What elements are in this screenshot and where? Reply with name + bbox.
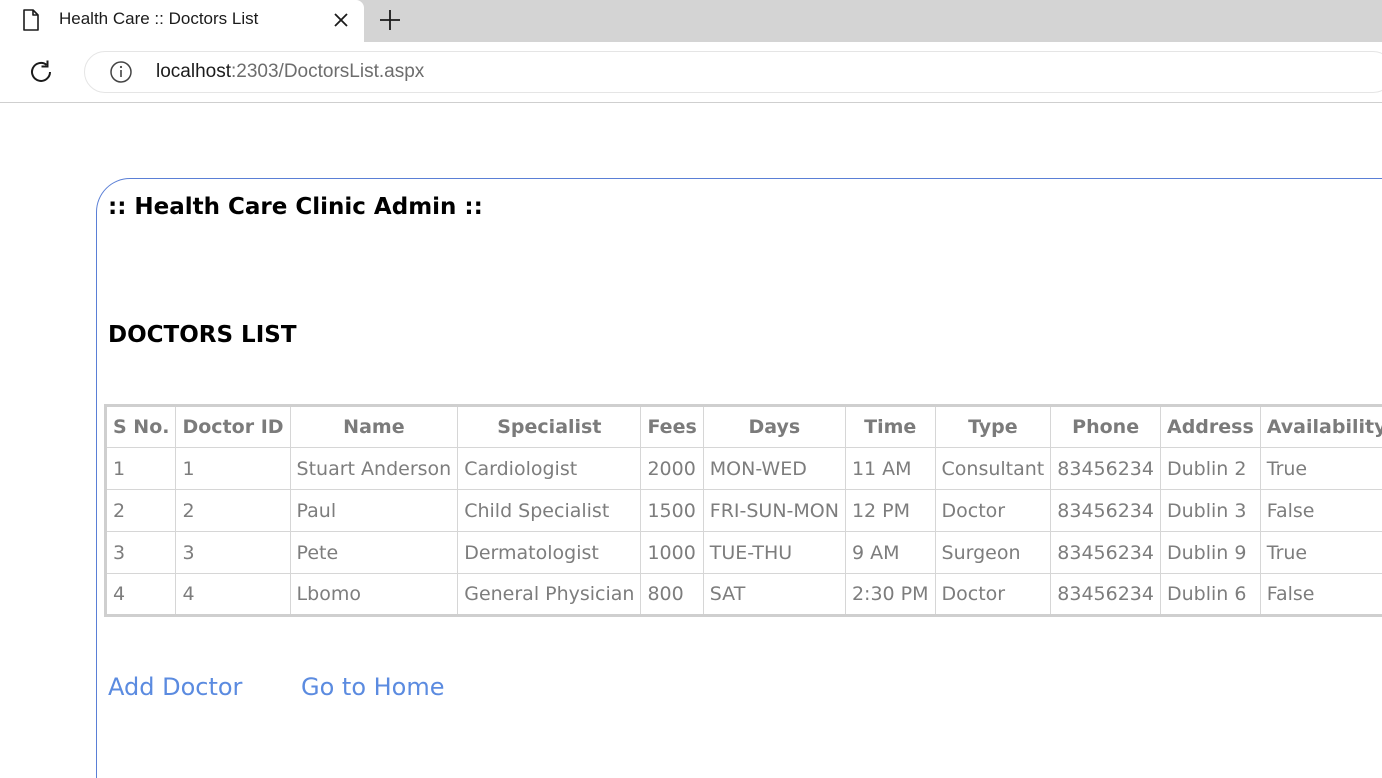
close-icon[interactable] bbox=[331, 10, 351, 34]
col-header-days: Days bbox=[703, 406, 845, 448]
col-header-phone: Phone bbox=[1051, 406, 1161, 448]
cell-days: FRI-SUN-MON bbox=[703, 490, 845, 532]
cell-specialist: Child Specialist bbox=[458, 490, 641, 532]
table-header-row: S No. Doctor ID Name Specialist Fees Day… bbox=[106, 406, 1382, 448]
cell-name: Paul bbox=[290, 490, 458, 532]
col-header-doctor-id: Doctor ID bbox=[176, 406, 290, 448]
cell-type: Consultant bbox=[935, 448, 1051, 490]
table-row: 3 3 Pete Dermatologist 1000 TUE-THU 9 AM… bbox=[106, 532, 1382, 574]
cell-fees: 1000 bbox=[641, 532, 703, 574]
url-text[interactable]: localhost:2303/DoctorsList.aspx bbox=[156, 61, 424, 83]
cell-type: Surgeon bbox=[935, 532, 1051, 574]
cell-time: 12 PM bbox=[845, 490, 935, 532]
go-to-home-link[interactable]: Go to Home bbox=[301, 673, 445, 701]
cell-doctor-id: 2 bbox=[176, 490, 290, 532]
cell-availability: True bbox=[1260, 532, 1382, 574]
cell-type: Doctor bbox=[935, 490, 1051, 532]
cell-name: Lbomo bbox=[290, 574, 458, 616]
cell-doctor-id: 1 bbox=[176, 448, 290, 490]
cell-fees: 800 bbox=[641, 574, 703, 616]
cell-phone: 83456234 bbox=[1051, 448, 1161, 490]
cell-time: 9 AM bbox=[845, 532, 935, 574]
cell-availability: False bbox=[1260, 574, 1382, 616]
url-path: :2303/DoctorsList.aspx bbox=[231, 61, 424, 82]
col-header-name: Name bbox=[290, 406, 458, 448]
cell-doctor-id: 4 bbox=[176, 574, 290, 616]
col-header-type: Type bbox=[935, 406, 1051, 448]
new-tab-plus-icon[interactable] bbox=[378, 8, 402, 36]
cell-name: Stuart Anderson bbox=[290, 448, 458, 490]
page-title: DOCTORS LIST bbox=[108, 322, 297, 348]
cell-availability: False bbox=[1260, 490, 1382, 532]
col-header-time: Time bbox=[845, 406, 935, 448]
cell-doctor-id: 3 bbox=[176, 532, 290, 574]
cell-address: Dublin 3 bbox=[1160, 490, 1260, 532]
doctors-table-wrapper: S No. Doctor ID Name Specialist Fees Day… bbox=[104, 404, 1382, 617]
cell-specialist: Dermatologist bbox=[458, 532, 641, 574]
cell-type: Doctor bbox=[935, 574, 1051, 616]
cell-name: Pete bbox=[290, 532, 458, 574]
col-header-availability: Availability bbox=[1260, 406, 1382, 448]
cell-phone: 83456234 bbox=[1051, 574, 1161, 616]
table-row: 2 2 Paul Child Specialist 1500 FRI-SUN-M… bbox=[106, 490, 1382, 532]
col-header-specialist: Specialist bbox=[458, 406, 641, 448]
cell-address: Dublin 9 bbox=[1160, 532, 1260, 574]
cell-specialist: Cardiologist bbox=[458, 448, 641, 490]
cell-fees: 2000 bbox=[641, 448, 703, 490]
cell-address: Dublin 6 bbox=[1160, 574, 1260, 616]
col-header-fees: Fees bbox=[641, 406, 703, 448]
cell-sno: 4 bbox=[106, 574, 176, 616]
browser-tab[interactable]: Health Care :: Doctors List bbox=[0, 0, 364, 42]
cell-sno: 3 bbox=[106, 532, 176, 574]
cell-sno: 2 bbox=[106, 490, 176, 532]
reload-icon[interactable] bbox=[28, 59, 54, 89]
col-header-address: Address bbox=[1160, 406, 1260, 448]
add-doctor-link[interactable]: Add Doctor bbox=[108, 673, 242, 701]
col-header-sno: S No. bbox=[106, 406, 176, 448]
cell-time: 11 AM bbox=[845, 448, 935, 490]
cell-specialist: General Physician bbox=[458, 574, 641, 616]
site-title: :: Health Care Clinic Admin :: bbox=[108, 194, 483, 220]
cell-days: SAT bbox=[703, 574, 845, 616]
table-row: 4 4 Lbomo General Physician 800 SAT 2:30… bbox=[106, 574, 1382, 616]
cell-days: MON-WED bbox=[703, 448, 845, 490]
cell-sno: 1 bbox=[106, 448, 176, 490]
cell-address: Dublin 2 bbox=[1160, 448, 1260, 490]
tab-title: Health Care :: Doctors List bbox=[59, 9, 258, 29]
doctors-table: S No. Doctor ID Name Specialist Fees Day… bbox=[104, 404, 1382, 617]
cell-fees: 1500 bbox=[641, 490, 703, 532]
cell-phone: 83456234 bbox=[1051, 490, 1161, 532]
page-icon bbox=[22, 9, 40, 35]
url-host: localhost bbox=[156, 61, 231, 82]
browser-toolbar: localhost:2303/DoctorsList.aspx bbox=[0, 42, 1382, 103]
info-icon[interactable] bbox=[109, 60, 133, 88]
cell-availability: True bbox=[1260, 448, 1382, 490]
cell-phone: 83456234 bbox=[1051, 532, 1161, 574]
cell-days: TUE-THU bbox=[703, 532, 845, 574]
cell-time: 2:30 PM bbox=[845, 574, 935, 616]
table-row: 1 1 Stuart Anderson Cardiologist 2000 MO… bbox=[106, 448, 1382, 490]
tab-strip: Health Care :: Doctors List bbox=[0, 0, 1382, 42]
